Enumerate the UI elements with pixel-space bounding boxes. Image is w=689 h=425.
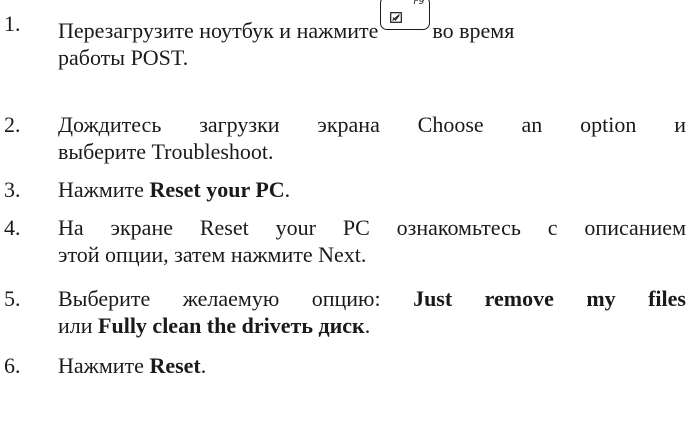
step-emphasis: Just remove my files (413, 286, 686, 311)
step-number: 4. (4, 215, 21, 240)
step-text-part: Перезагрузите ноутбук и нажмите (58, 18, 379, 43)
step-text: Перезагрузите ноутбук и нажмите F9 во врем… (58, 0, 686, 71)
step-emphasis: Fully clean the driveть диск (98, 313, 365, 338)
step-emphasis: Reset your PC (149, 177, 285, 202)
step-text-part: во время (432, 18, 515, 43)
step-text-part: Нажмите (58, 353, 150, 378)
keyboard-key: F9 (380, 0, 431, 30)
step-text-line: выберите Troubleshoot. (58, 139, 274, 164)
step-text-line: этой опции, затем нажмите Next. (58, 242, 367, 267)
key-label: F9 (413, 0, 425, 7)
step-text: Выберите желаемую опцию: Just remove my … (58, 285, 686, 339)
step-text-line: На экране Reset your PC ознакомьтесь с о… (58, 215, 686, 240)
step-number: 1. (4, 11, 21, 36)
step-text-part: Нажмите (58, 177, 150, 202)
step-text-line: Дождитесь загрузки экрана Choose an opti… (58, 112, 686, 137)
step-text-line: работы POST. (58, 45, 189, 70)
step-text-part: . (364, 313, 371, 338)
step-number: 2. (4, 112, 21, 137)
step-text-part: или (58, 313, 99, 338)
step-text: Нажмите Reset. (58, 352, 686, 379)
step-number: 5. (4, 286, 21, 311)
step-text: Дождитесь загрузки экрана Choose an opti… (58, 111, 686, 165)
step-text-part: Выберите желаемую опцию: (58, 286, 414, 311)
step-text: Нажмите Reset your PC. (58, 176, 686, 203)
step-number: 6. (4, 353, 21, 378)
step-text-part: . (284, 177, 291, 202)
step-emphasis: Reset (149, 353, 201, 378)
step-number: 3. (4, 177, 21, 202)
step-text: На экране Reset your PC ознакомьтесь с о… (58, 214, 686, 268)
step-text-part: . (200, 353, 207, 378)
